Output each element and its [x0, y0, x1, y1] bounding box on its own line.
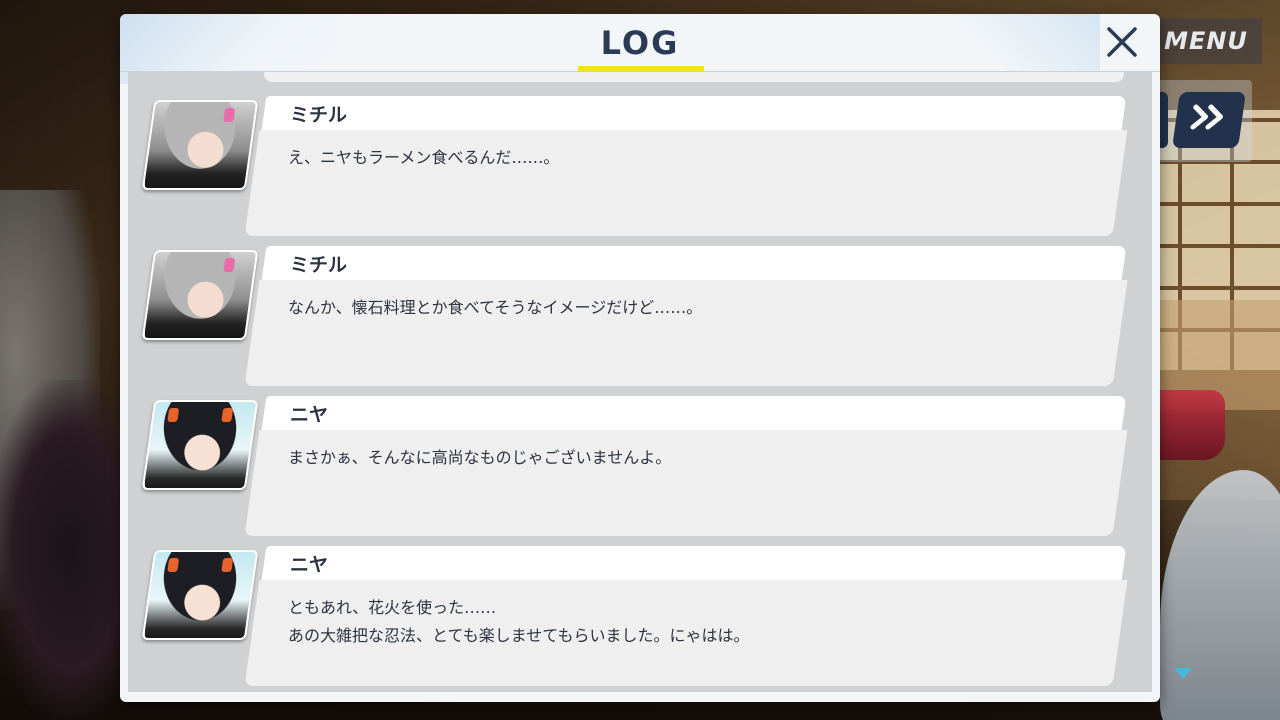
speaker-name-bar [261, 546, 1127, 580]
log-entry: ニヤ まさかぁ、そんなに高尚なものじゃございませんよ。 [128, 396, 1152, 538]
fast-forward-button[interactable] [1172, 92, 1246, 148]
speaker-avatar [141, 250, 259, 340]
horn-ornament [221, 558, 234, 572]
speaker-avatar [141, 100, 259, 190]
speaker-name-bar [261, 96, 1127, 130]
message-text: まさかぁ、そんなに高尚なものじゃございませんよ。 [288, 448, 672, 467]
menu-button[interactable]: MENU [1150, 18, 1262, 64]
horn-ornament [167, 408, 180, 422]
speaker-name-bar [261, 396, 1127, 430]
previous-entry-edge [264, 72, 1124, 82]
horn-ornament [167, 558, 180, 572]
message-text: なんか、懐石料理とか食べてそうなイメージだけど……。 [288, 298, 703, 317]
message-text: え、ニヤもラーメン食べるんだ……。 [288, 148, 560, 167]
avatar-portrait [145, 100, 255, 190]
speaker-name: ニヤ [290, 554, 329, 576]
hair-ornament [223, 258, 236, 272]
speaker-avatar [141, 400, 259, 490]
close-icon [1106, 26, 1138, 62]
message-text: ともあれ、花火を使った…… あの大雑把な忍法、とても楽しませてもらいました。にゃ… [288, 598, 750, 645]
log-entry: ミチル え、ニヤもラーメン食べるんだ……。 [128, 96, 1152, 238]
close-button[interactable] [1100, 22, 1144, 66]
dialog-title: LOG [600, 24, 680, 62]
avatar-portrait [145, 550, 255, 640]
log-list[interactable]: ミチル え、ニヤもラーメン食べるんだ……。 ミチル なんか、懐石料理とか食べてそ… [128, 72, 1152, 692]
log-dialog: LOG ミチル え、ニヤもラーメン食べるんだ……。 ミチル なんか、懐石料理とか… [120, 14, 1160, 702]
avatar-portrait [145, 400, 255, 490]
avatar-portrait [145, 250, 255, 340]
speaker-name: ミチル [290, 254, 348, 276]
speaker-avatar [141, 550, 259, 640]
speaker-name: ニヤ [290, 404, 329, 426]
log-entry: ミチル なんか、懐石料理とか食べてそうなイメージだけど……。 [128, 246, 1152, 388]
fast-forward-icon [1188, 103, 1231, 138]
dialog-header: LOG [120, 14, 1160, 72]
speaker-name-bar [261, 246, 1127, 280]
log-entry: ニヤ ともあれ、花火を使った…… あの大雑把な忍法、とても楽しませてもらいました… [128, 546, 1152, 688]
scroll-down-indicator-icon[interactable] [1174, 668, 1192, 679]
horn-ornament [221, 408, 234, 422]
hair-ornament [223, 108, 236, 122]
speaker-name: ミチル [290, 104, 348, 126]
